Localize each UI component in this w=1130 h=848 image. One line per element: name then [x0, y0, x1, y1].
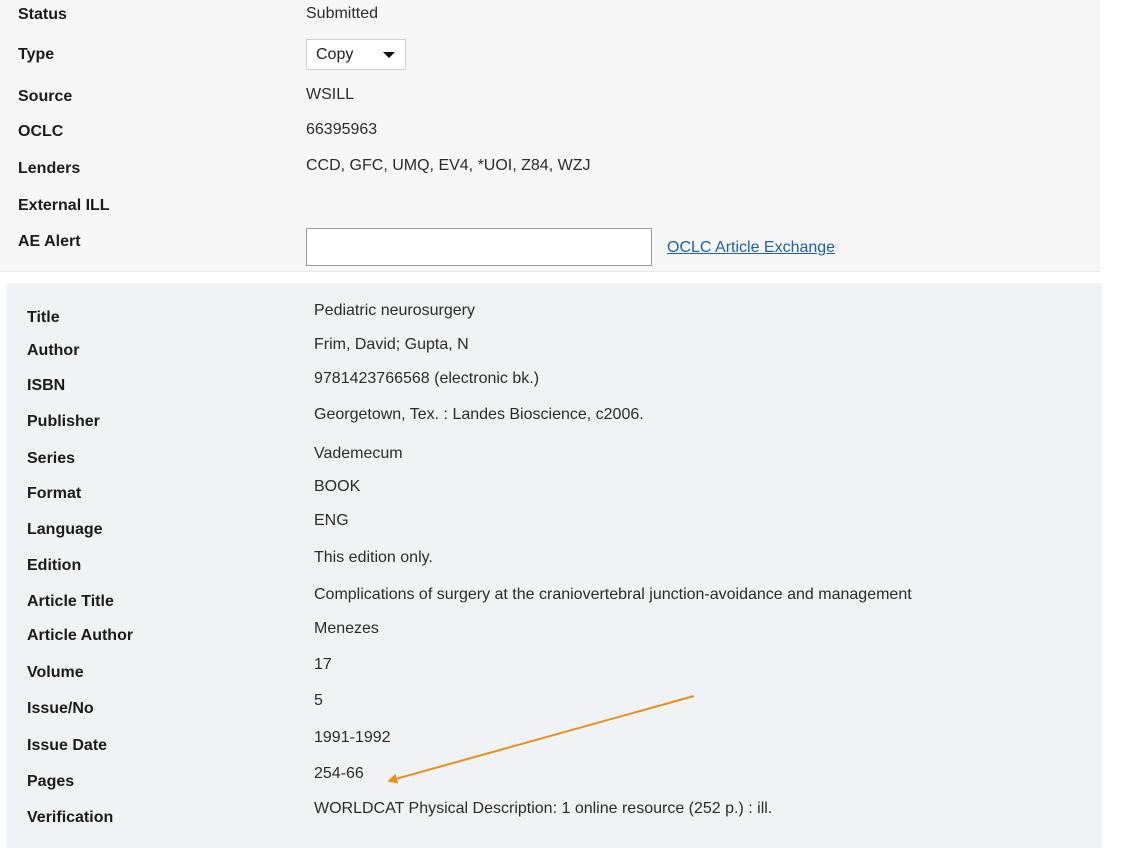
title-value: Pediatric neurosurgery: [314, 302, 475, 319]
title-label: Title: [27, 309, 60, 326]
issue-date-label: Issue Date: [27, 737, 108, 754]
publisher-label: Publisher: [27, 413, 100, 430]
ae-alert-label: AE Alert: [18, 233, 81, 250]
publisher-value: Georgetown, Tex. : Landes Bioscience, c2…: [314, 406, 644, 423]
status-label: Status: [18, 6, 67, 23]
issue-date-value: 1991-1992: [314, 729, 391, 746]
volume-label: Volume: [27, 664, 84, 681]
volume-value: 17: [314, 656, 332, 673]
verification-label: Verification: [27, 809, 114, 826]
ae-alert-input[interactable]: [306, 228, 652, 266]
ill-request-detail: Status Submitted Type Copy Source WSILL …: [0, 0, 1130, 848]
type-label: Type: [18, 46, 55, 63]
series-label: Series: [27, 450, 76, 467]
language-value: ENG: [314, 512, 349, 529]
author-label: Author: [27, 342, 80, 359]
lenders-label: Lenders: [18, 160, 81, 177]
article-title-label: Article Title: [27, 593, 114, 610]
source-value: WSILL: [306, 86, 355, 103]
edition-value: This edition only.: [314, 549, 433, 566]
article-author-value: Menezes: [314, 620, 379, 637]
oclc-value: 66395963: [306, 121, 378, 138]
isbn-label: ISBN: [27, 377, 66, 394]
bibliographic-panel: [7, 283, 1102, 848]
oclc-article-exchange-link[interactable]: OCLC Article Exchange: [667, 239, 835, 257]
series-value: Vademecum: [314, 445, 403, 462]
format-value: BOOK: [314, 478, 361, 495]
chevron-down-icon: [383, 52, 395, 58]
external-ill-label: External ILL: [18, 197, 110, 214]
language-label: Language: [27, 521, 103, 538]
verification-value: WORLDCAT Physical Description: 1 online …: [314, 800, 773, 817]
format-label: Format: [27, 485, 82, 502]
status-value: Submitted: [306, 5, 379, 22]
issue-no-value: 5: [314, 692, 323, 709]
issue-no-label: Issue/No: [27, 700, 94, 717]
article-title-value: Complications of surgery at the craniove…: [314, 586, 912, 603]
type-select[interactable]: Copy: [306, 39, 406, 70]
type-select-value: Copy: [316, 46, 354, 63]
edition-label: Edition: [27, 557, 82, 574]
article-author-label: Article Author: [27, 627, 134, 644]
isbn-value: 9781423766568 (electronic bk.): [314, 370, 540, 387]
oclc-label: OCLC: [18, 123, 64, 140]
source-label: Source: [18, 88, 73, 105]
pages-label: Pages: [27, 773, 75, 790]
pages-value: 254-66: [314, 765, 364, 782]
lenders-value: CCD, GFC, UMQ, EV4, *UOI, Z84, WZJ: [306, 157, 591, 174]
author-value: Frim, David; Gupta, N: [314, 336, 469, 353]
